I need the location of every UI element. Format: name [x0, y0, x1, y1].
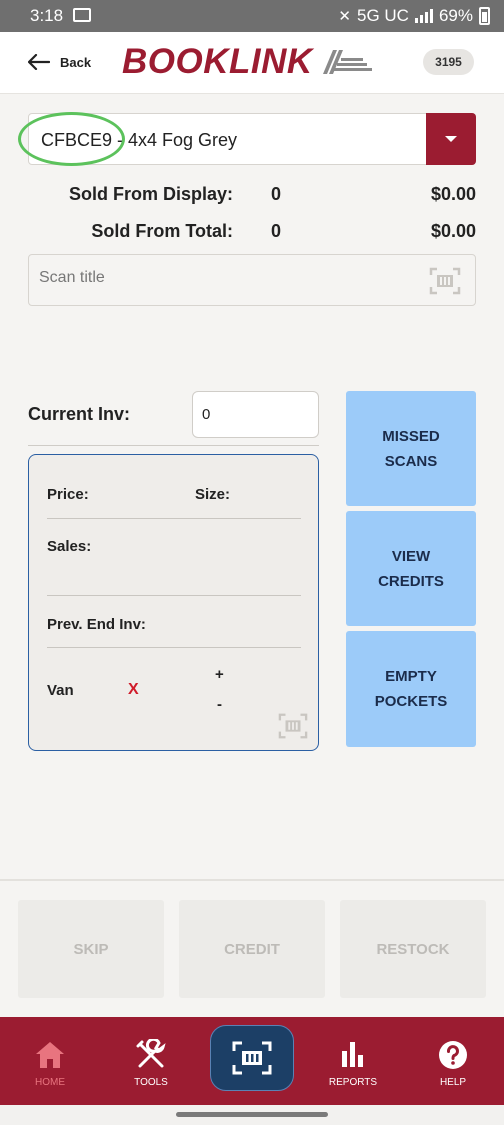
nav-home[interactable]: HOME	[10, 1017, 90, 1105]
scan-title-input[interactable]	[39, 269, 419, 287]
status-time: 3:18	[30, 6, 64, 25]
nav-help[interactable]: HELP	[413, 1017, 493, 1105]
current-inv-input[interactable]	[202, 406, 302, 423]
divider	[28, 445, 319, 446]
scan-button[interactable]	[210, 1025, 294, 1091]
barcode-scan-icon	[232, 1041, 272, 1075]
divider	[47, 647, 301, 648]
divider	[47, 595, 301, 596]
price-label: Price:	[47, 486, 89, 503]
missed-scans-button[interactable]: MISSED SCANS	[346, 391, 476, 506]
home-icon	[36, 1042, 64, 1068]
battery-percent: 69%	[438, 6, 473, 25]
prev-end-inv-label: Prev. End Inv:	[47, 616, 146, 633]
logo-text: BOOKLINK	[122, 42, 313, 81]
help-icon	[439, 1041, 467, 1069]
bottom-nav: HOME TOOLS REPORTS HELP	[0, 1017, 504, 1105]
product-details-card: Price: Size: Sales: Prev. End Inv: Van X…	[28, 454, 319, 751]
nav-tools[interactable]: TOOLS	[111, 1017, 191, 1105]
nav-home-label: HOME	[35, 1077, 65, 1088]
home-indicator[interactable]	[176, 1112, 328, 1117]
sold-from-total-amount: $0.00	[430, 221, 476, 241]
nav-tools-label: TOOLS	[134, 1077, 168, 1088]
van-label: Van	[47, 682, 74, 699]
size-label: Size:	[195, 486, 231, 503]
sales-label: Sales:	[47, 538, 92, 555]
gesture-bar	[0, 1105, 504, 1125]
sold-from-total-label: Sold From Total:	[91, 221, 233, 241]
nav-help-label: HELP	[439, 1077, 467, 1088]
booklink-logo: BOOKLINK	[122, 42, 375, 82]
increment-button[interactable]: +	[215, 666, 224, 683]
nav-reports[interactable]: REPORTS	[313, 1017, 393, 1105]
skip-button[interactable]: SKIP	[18, 900, 164, 998]
signal-icon	[414, 9, 433, 23]
app-header: Back BOOKLINK 3195	[0, 32, 504, 94]
barcode-scan-icon[interactable]	[429, 267, 461, 295]
sold-from-display-label: Sold From Display:	[68, 184, 233, 204]
message-notification-icon	[73, 8, 91, 22]
status-bar: 3:18 ✕ 5G UC 69%	[0, 0, 504, 32]
sold-from-display-count: 0	[271, 184, 282, 204]
sold-from-total-count: 0	[271, 221, 282, 241]
reports-icon	[342, 1042, 363, 1067]
status-right: ✕ 5G UC 69%	[338, 6, 490, 26]
van-status-x[interactable]: X	[128, 681, 139, 699]
sold-from-display-amount: $0.00	[430, 184, 476, 204]
back-button[interactable]: Back	[28, 54, 91, 70]
empty-pockets-button[interactable]: EMPTY POCKETS	[346, 631, 476, 747]
back-label: Back	[60, 54, 92, 70]
nav-reports-label: REPORTS	[328, 1077, 378, 1088]
barcode-scan-icon[interactable]	[278, 712, 308, 740]
tools-icon	[136, 1039, 166, 1068]
product-select[interactable]: CFBCE9 - 4x4 Fog Grey	[28, 113, 476, 165]
battery-icon	[479, 7, 490, 25]
divider	[0, 879, 504, 881]
network-label: 5G UC	[357, 6, 409, 25]
store-number-badge[interactable]: 3195	[423, 49, 474, 75]
divider	[47, 518, 301, 519]
current-inv-field[interactable]	[192, 391, 319, 438]
logo-bars-icon	[322, 50, 372, 74]
restock-button[interactable]: RESTOCK	[340, 900, 486, 998]
mute-icon: ✕	[338, 8, 351, 25]
view-credits-button[interactable]: VIEW CREDITS	[346, 511, 476, 626]
back-arrow-icon	[28, 54, 50, 70]
scan-title-field[interactable]	[28, 254, 476, 306]
current-inv-label: Current Inv:	[28, 404, 131, 424]
dropdown-caret-icon	[445, 136, 457, 142]
decrement-button[interactable]: -	[217, 696, 222, 713]
dropdown-button[interactable]	[426, 113, 476, 165]
credit-button[interactable]: CREDIT	[179, 900, 325, 998]
product-select-value: CFBCE9 - 4x4 Fog Grey	[41, 130, 238, 150]
